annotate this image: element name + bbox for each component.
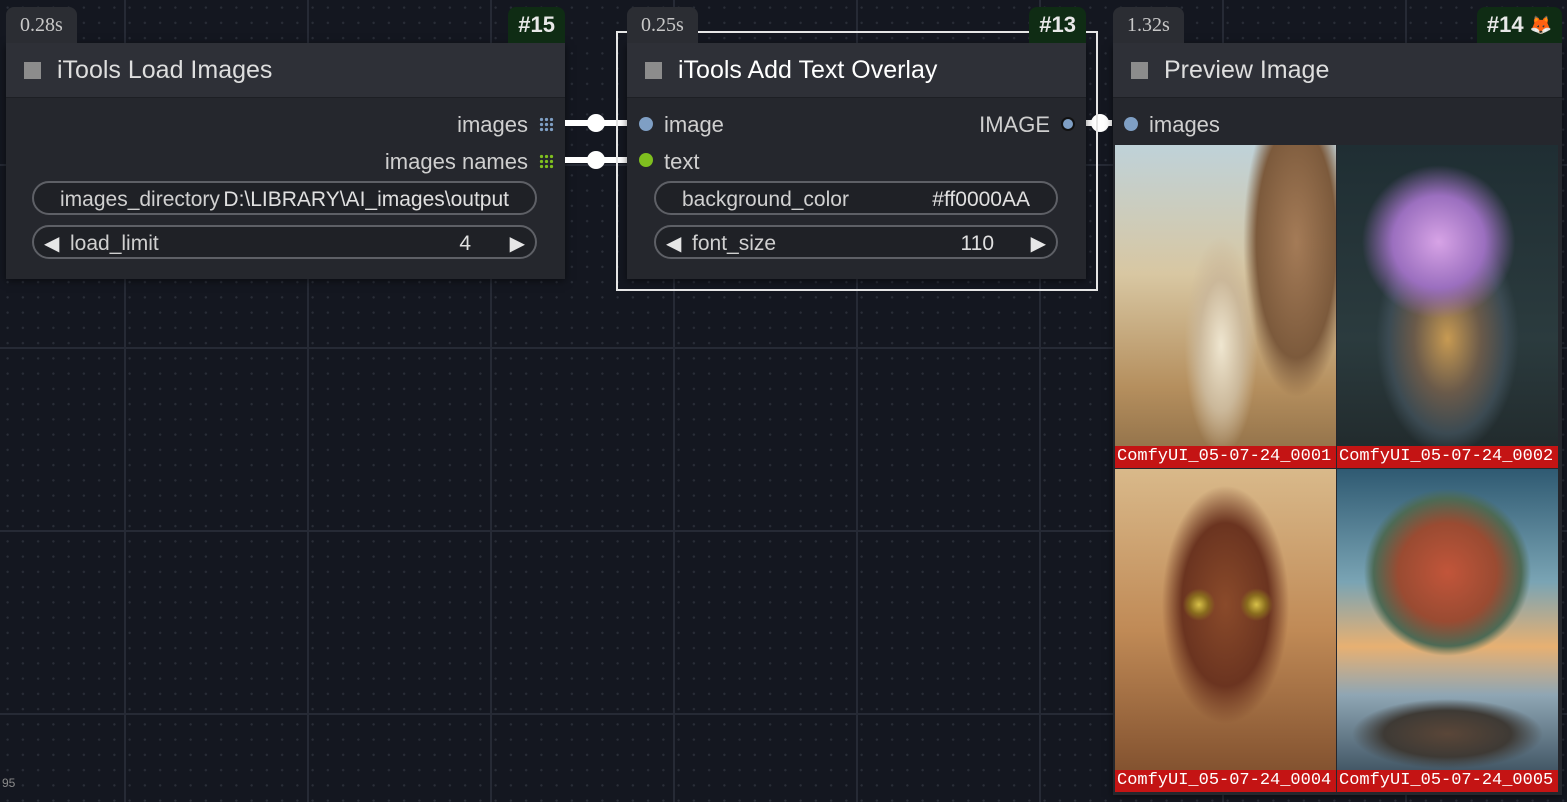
image-caption: ComfyUI_05-07-24_0002 <box>1337 446 1558 468</box>
increment-arrow-icon[interactable]: ▶ <box>510 231 525 256</box>
node-header[interactable]: iTools Load Images <box>6 43 565 98</box>
widget-value: #ff0000AA <box>932 188 1030 211</box>
widget-label: background_color <box>682 188 849 211</box>
node-id-badge: #14 🦊 <box>1476 7 1562 43</box>
link-midpoint[interactable] <box>587 114 605 132</box>
input-images-label: images <box>1149 112 1220 137</box>
collapse-toggle[interactable] <box>24 61 41 79</box>
node-id: #14 <box>1486 12 1524 37</box>
images-directory-field[interactable]: images_directory D:\LIBRARY\AI_images\ou… <box>32 181 537 215</box>
input-image-label: image <box>664 112 724 137</box>
image-caption: ComfyUI_05-07-24_0005 <box>1337 770 1558 792</box>
zoom-indicator: 95 <box>2 776 16 790</box>
background-color-field[interactable]: background_color #ff0000AA <box>654 181 1058 215</box>
widget-value: 4 <box>459 232 471 255</box>
decrement-arrow-icon[interactable]: ◀ <box>44 231 59 256</box>
node-preview-image[interactable]: 1.32s #14 🦊 Preview Image images ComfyUI… <box>1113 7 1562 795</box>
preview-thumbnail[interactable]: ComfyUI_05-07-24_0002 <box>1337 145 1558 468</box>
widget-label: font_size <box>692 232 777 255</box>
load-limit-stepper[interactable]: ◀ load_limit 4 ▶ <box>32 225 537 259</box>
node-id-badge: #15 <box>508 7 565 43</box>
output-images-names-label: images names <box>384 149 528 174</box>
preview-thumbnail[interactable]: ComfyUI_05-07-24_0005 <box>1337 469 1558 792</box>
fox-icon: 🦊 <box>1529 14 1552 35</box>
decrement-arrow-icon[interactable]: ◀ <box>666 231 681 256</box>
node-title: iTools Load Images <box>57 55 273 84</box>
link-midpoint[interactable] <box>587 151 605 169</box>
output-socket-image[interactable] <box>1061 117 1075 131</box>
widget-value: D:\LIBRARY\AI_images\output <box>223 188 509 211</box>
execution-time-badge: 0.28s <box>6 7 77 43</box>
output-images-label: images <box>457 112 528 137</box>
widget-label: images_directory <box>60 188 220 211</box>
node-header[interactable]: Preview Image <box>1113 43 1562 98</box>
output-image-label: IMAGE <box>979 112 1050 137</box>
node-text-overlay[interactable]: 0.25s #13 iTools Add Text Overlay image … <box>627 7 1086 279</box>
preview-thumbnail[interactable]: ComfyUI_05-07-24_0001 <box>1115 145 1336 468</box>
increment-arrow-icon[interactable]: ▶ <box>1031 231 1046 256</box>
input-socket-image[interactable] <box>639 117 653 131</box>
font-size-stepper[interactable]: ◀ font_size 110 ▶ <box>654 225 1058 259</box>
widget-label: load_limit <box>70 232 159 255</box>
execution-time-badge: 0.25s <box>627 7 698 43</box>
execution-time-badge: 1.32s <box>1113 7 1184 43</box>
list-output-icon[interactable] <box>539 117 554 132</box>
input-socket-images[interactable] <box>1124 117 1138 131</box>
preview-thumbnail[interactable]: ComfyUI_05-07-24_0004 <box>1115 469 1336 792</box>
node-title: iTools Add Text Overlay <box>678 55 938 84</box>
node-title: Preview Image <box>1164 55 1330 84</box>
node-header[interactable]: iTools Add Text Overlay <box>627 43 1086 98</box>
input-text-label: text <box>664 149 700 174</box>
node-id-badge: #13 <box>1029 7 1086 43</box>
collapse-toggle[interactable] <box>1131 61 1148 79</box>
widget-value: 110 <box>960 232 994 255</box>
image-caption: ComfyUI_05-07-24_0001 <box>1115 446 1336 468</box>
node-load-images[interactable]: 0.28s #15 iTools Load Images images imag… <box>6 7 565 279</box>
list-output-icon[interactable] <box>539 154 554 169</box>
input-socket-text[interactable] <box>639 153 653 167</box>
image-caption: ComfyUI_05-07-24_0004 <box>1115 770 1336 792</box>
collapse-toggle[interactable] <box>645 61 662 79</box>
